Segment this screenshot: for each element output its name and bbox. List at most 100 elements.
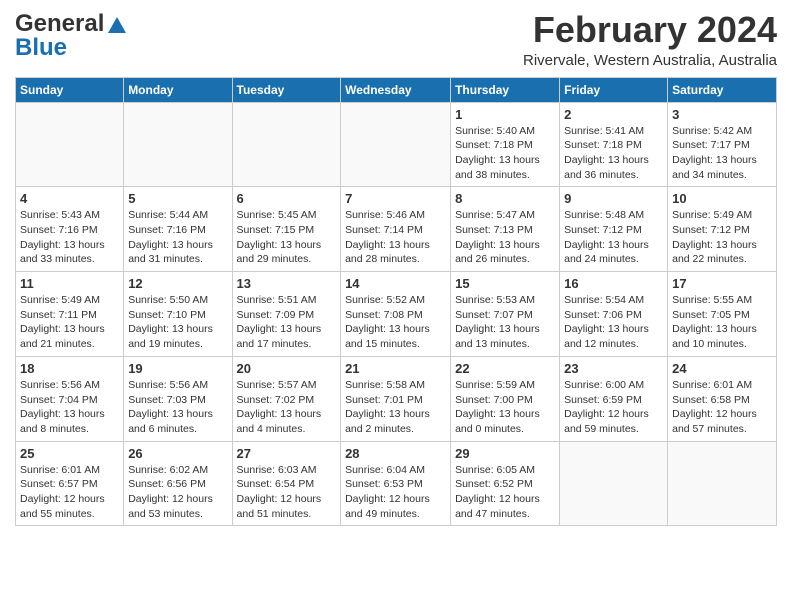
- day-number: 27: [237, 446, 337, 461]
- col-tuesday: Tuesday: [232, 77, 341, 102]
- day-number: 18: [20, 361, 119, 376]
- day-number: 3: [672, 107, 772, 122]
- day-number: 29: [455, 446, 555, 461]
- day-info: Sunrise: 5:53 AMSunset: 7:07 PMDaylight:…: [455, 293, 555, 352]
- col-monday: Monday: [124, 77, 232, 102]
- day-number: 26: [128, 446, 227, 461]
- day-info: Sunrise: 5:56 AMSunset: 7:04 PMDaylight:…: [20, 378, 119, 437]
- calendar-cell: 6 Sunrise: 5:45 AMSunset: 7:15 PMDaylight…: [232, 187, 341, 272]
- logo: General Blue: [15, 10, 128, 62]
- day-number: 13: [237, 276, 337, 291]
- day-number: 24: [672, 361, 772, 376]
- calendar-row-1: 4Sunrise: 5:43 AMSunset: 7:16 PMDaylight…: [16, 187, 777, 272]
- day-number: 23: [564, 361, 663, 376]
- day-number: 6: [237, 191, 337, 206]
- calendar-cell: 5 Sunrise: 5:44 AMSunset: 7:16 PMDaylight…: [124, 187, 232, 272]
- calendar-cell: [341, 102, 451, 187]
- day-number: 28: [345, 446, 446, 461]
- header-row: Sunday Monday Tuesday Wednesday Thursday…: [16, 77, 777, 102]
- day-number: 20: [237, 361, 337, 376]
- calendar-cell: 18 Sunrise: 5:56 AMSunset: 7:04 PMDayligh…: [16, 356, 124, 441]
- day-number: 1: [455, 107, 555, 122]
- title-area: February 2024 Rivervale, Western Austral…: [523, 10, 777, 69]
- calendar-cell: 23 Sunrise: 6:00 AMSunset: 6:59 PMDayligh…: [560, 356, 668, 441]
- day-info: Sunrise: 5:57 AMSunset: 7:02 PMDaylight:…: [237, 378, 337, 437]
- day-info: Sunrise: 5:46 AMSunset: 7:14 PMDaylight:…: [345, 208, 446, 267]
- day-info: Sunrise: 5:52 AMSunset: 7:08 PMDaylight:…: [345, 293, 446, 352]
- calendar-cell: [124, 102, 232, 187]
- day-info: Sunrise: 6:04 AMSunset: 6:53 PMDaylight:…: [345, 463, 446, 522]
- calendar-cell: 22Sunrise: 5:59 AMSunset: 7:00 PMDayligh…: [451, 356, 560, 441]
- day-number: 10: [672, 191, 772, 206]
- day-info: Sunrise: 5:44 AMSunset: 7:16 PMDaylight:…: [128, 208, 227, 267]
- day-info: Sunrise: 6:00 AMSunset: 6:59 PMDaylight:…: [564, 378, 663, 437]
- calendar-cell: 24 Sunrise: 6:01 AMSunset: 6:58 PMDayligh…: [668, 356, 777, 441]
- day-number: 5: [128, 191, 227, 206]
- calendar-cell: [232, 102, 341, 187]
- day-info: Sunrise: 5:50 AMSunset: 7:10 PMDaylight:…: [128, 293, 227, 352]
- calendar-title: February 2024: [523, 10, 777, 50]
- col-saturday: Saturday: [668, 77, 777, 102]
- day-info: Sunrise: 5:47 AMSunset: 7:13 PMDaylight:…: [455, 208, 555, 267]
- calendar-cell: 9Sunrise: 5:48 AMSunset: 7:12 PMDaylight…: [560, 187, 668, 272]
- day-info: Sunrise: 5:45 AMSunset: 7:15 PMDaylight:…: [237, 208, 337, 267]
- day-info: Sunrise: 5:43 AMSunset: 7:16 PMDaylight:…: [20, 208, 119, 267]
- calendar-row-2: 11 Sunrise: 5:49 AMSunset: 7:11 PMDayligh…: [16, 272, 777, 357]
- day-info: Sunrise: 5:42 AMSunset: 7:17 PMDaylight:…: [672, 124, 772, 183]
- day-info: Sunrise: 6:05 AMSunset: 6:52 PMDaylight:…: [455, 463, 555, 522]
- calendar-cell: 27 Sunrise: 6:03 AMSunset: 6:54 PMDayligh…: [232, 441, 341, 526]
- day-number: 16: [564, 276, 663, 291]
- day-number: 17: [672, 276, 772, 291]
- calendar-row-4: 25 Sunrise: 6:01 AMSunset: 6:57 PMDayligh…: [16, 441, 777, 526]
- day-info: Sunrise: 5:49 AMSunset: 7:11 PMDaylight:…: [20, 293, 119, 352]
- day-info: Sunrise: 6:01 AMSunset: 6:57 PMDaylight:…: [20, 463, 119, 522]
- day-info: Sunrise: 6:02 AMSunset: 6:56 PMDaylight:…: [128, 463, 227, 522]
- calendar-cell: 12Sunrise: 5:50 AMSunset: 7:10 PMDayligh…: [124, 272, 232, 357]
- calendar-cell: 14 Sunrise: 5:52 AMSunset: 7:08 PMDayligh…: [341, 272, 451, 357]
- col-friday: Friday: [560, 77, 668, 102]
- calendar-cell: 26 Sunrise: 6:02 AMSunset: 6:56 PMDayligh…: [124, 441, 232, 526]
- calendar-cell: 17Sunrise: 5:55 AMSunset: 7:05 PMDayligh…: [668, 272, 777, 357]
- calendar-cell: 8 Sunrise: 5:47 AMSunset: 7:13 PMDaylight…: [451, 187, 560, 272]
- calendar-cell: 7 Sunrise: 5:46 AMSunset: 7:14 PMDaylight…: [341, 187, 451, 272]
- calendar-row-3: 18 Sunrise: 5:56 AMSunset: 7:04 PMDayligh…: [16, 356, 777, 441]
- day-info: Sunrise: 5:58 AMSunset: 7:01 PMDaylight:…: [345, 378, 446, 437]
- day-number: 25: [20, 446, 119, 461]
- logo-blue: Blue: [15, 34, 67, 62]
- day-number: 14: [345, 276, 446, 291]
- logo-icon: [106, 13, 128, 35]
- day-number: 2: [564, 107, 663, 122]
- day-number: 11: [20, 276, 119, 291]
- col-wednesday: Wednesday: [341, 77, 451, 102]
- calendar-cell: 20 Sunrise: 5:57 AMSunset: 7:02 PMDayligh…: [232, 356, 341, 441]
- day-info: Sunrise: 5:40 AMSunset: 7:18 PMDaylight:…: [455, 124, 555, 183]
- day-info: Sunrise: 5:56 AMSunset: 7:03 PMDaylight:…: [128, 378, 227, 437]
- day-info: Sunrise: 5:49 AMSunset: 7:12 PMDaylight:…: [672, 208, 772, 267]
- calendar-subtitle: Rivervale, Western Australia, Australia: [523, 52, 777, 69]
- day-info: Sunrise: 6:03 AMSunset: 6:54 PMDaylight:…: [237, 463, 337, 522]
- day-info: Sunrise: 5:41 AMSunset: 7:18 PMDaylight:…: [564, 124, 663, 183]
- day-number: 9: [564, 191, 663, 206]
- calendar-cell: [16, 102, 124, 187]
- calendar-table: Sunday Monday Tuesday Wednesday Thursday…: [15, 77, 777, 527]
- calendar-cell: 4Sunrise: 5:43 AMSunset: 7:16 PMDaylight…: [16, 187, 124, 272]
- header: General Blue February 2024 Rivervale, We…: [15, 10, 777, 69]
- calendar-cell: 3 Sunrise: 5:42 AMSunset: 7:17 PMDaylight…: [668, 102, 777, 187]
- calendar-row-0: 1 Sunrise: 5:40 AMSunset: 7:18 PMDaylight…: [16, 102, 777, 187]
- col-thursday: Thursday: [451, 77, 560, 102]
- calendar-cell: 15Sunrise: 5:53 AMSunset: 7:07 PMDayligh…: [451, 272, 560, 357]
- calendar-cell: 11 Sunrise: 5:49 AMSunset: 7:11 PMDayligh…: [16, 272, 124, 357]
- calendar-cell: [668, 441, 777, 526]
- calendar-cell: 28 Sunrise: 6:04 AMSunset: 6:53 PMDayligh…: [341, 441, 451, 526]
- calendar-cell: 1 Sunrise: 5:40 AMSunset: 7:18 PMDaylight…: [451, 102, 560, 187]
- day-number: 19: [128, 361, 227, 376]
- day-info: Sunrise: 6:01 AMSunset: 6:58 PMDaylight:…: [672, 378, 772, 437]
- col-sunday: Sunday: [16, 77, 124, 102]
- day-number: 8: [455, 191, 555, 206]
- calendar-cell: 2 Sunrise: 5:41 AMSunset: 7:18 PMDaylight…: [560, 102, 668, 187]
- day-number: 7: [345, 191, 446, 206]
- calendar-cell: 25 Sunrise: 6:01 AMSunset: 6:57 PMDayligh…: [16, 441, 124, 526]
- calendar-cell: 16Sunrise: 5:54 AMSunset: 7:06 PMDayligh…: [560, 272, 668, 357]
- calendar-cell: 13Sunrise: 5:51 AMSunset: 7:09 PMDayligh…: [232, 272, 341, 357]
- day-info: Sunrise: 5:59 AMSunset: 7:00 PMDaylight:…: [455, 378, 555, 437]
